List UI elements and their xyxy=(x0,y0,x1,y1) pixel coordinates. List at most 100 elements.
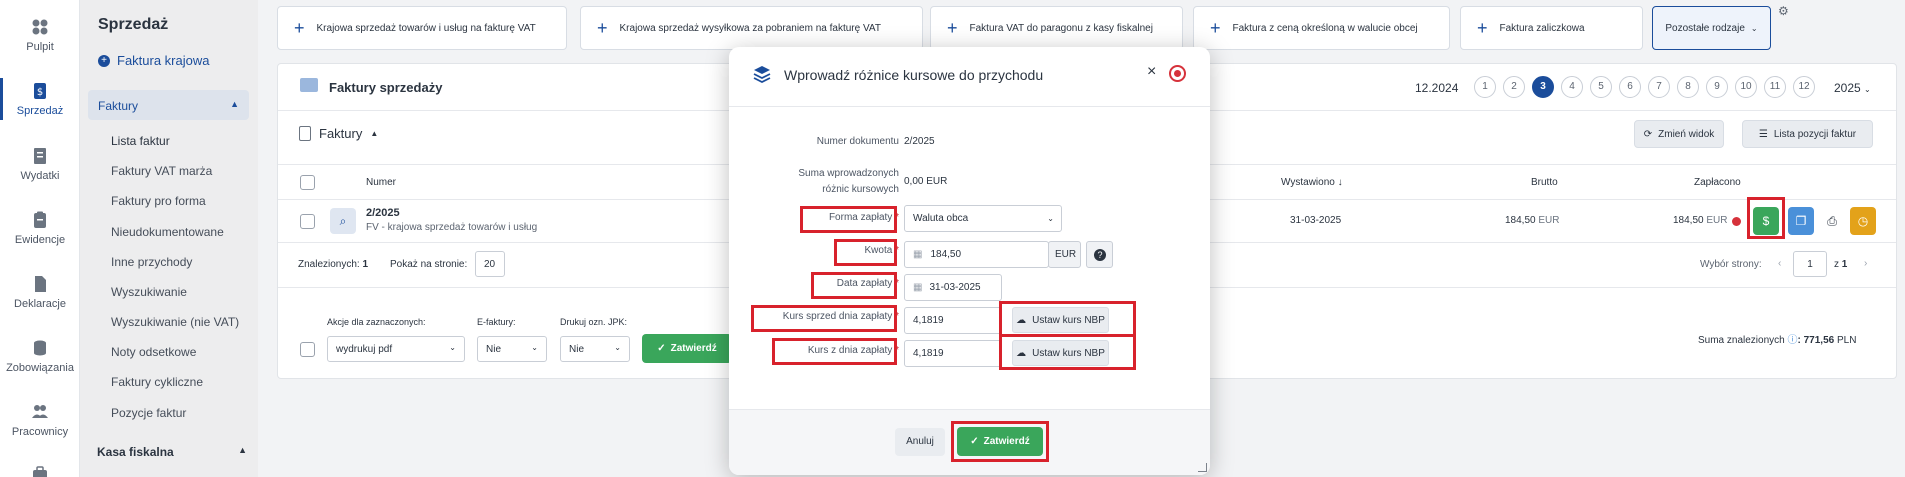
list-icon: ☰ xyxy=(1758,128,1768,140)
rail-label: Wydatki xyxy=(20,170,60,182)
amount-value: 184,50 xyxy=(930,249,962,260)
sidebar-item-margin-invoices[interactable]: Faktury VAT marża xyxy=(111,164,212,178)
copy-button[interactable]: ❐ xyxy=(1788,207,1814,235)
button-label: Zatwierdź xyxy=(670,343,717,354)
row-checkbox[interactable] xyxy=(300,214,315,229)
prev-page-icon[interactable]: ‹ xyxy=(1778,258,1781,269)
new-advance-invoice-button[interactable]: + Faktura zaliczkowa xyxy=(1460,6,1643,50)
new-receipt-invoice-button[interactable]: + Faktura VAT do paragonu z kasy fiskalne… xyxy=(930,6,1183,50)
print-button[interactable]: ⎙ xyxy=(1819,207,1845,235)
month-12[interactable]: 12 xyxy=(1793,76,1815,98)
rail-item-dashboard[interactable]: Pulpit xyxy=(0,18,80,53)
sidebar-item-undocumented[interactable]: Nieudokumentowane xyxy=(111,225,224,239)
actions-select[interactable]: wydrukuj pdf ⌄ xyxy=(327,336,465,362)
month-11[interactable]: 11 xyxy=(1764,76,1786,98)
month-7[interactable]: 7 xyxy=(1648,76,1670,98)
sidebar-item-invoice-positions[interactable]: Pozycje faktur xyxy=(111,406,186,420)
sidebar-item-search-non-vat[interactable]: Wyszukiwanie (nie VAT) xyxy=(111,315,239,329)
check-icon: ✓ xyxy=(657,343,666,354)
rail-item-employees[interactable]: Pracownicy xyxy=(0,403,80,438)
month-4[interactable]: 4 xyxy=(1561,76,1583,98)
page-select-label: Wybór strony: xyxy=(1700,259,1762,270)
payment-form-highlight xyxy=(800,206,897,233)
rail-item-declarations[interactable]: Deklaracje xyxy=(0,275,80,310)
doc-number-value: 2/2025 xyxy=(904,136,935,147)
svg-text:$: $ xyxy=(37,87,43,98)
new-foreign-currency-invoice-button[interactable]: + Faktura z ceną określoną w walucie obce… xyxy=(1193,6,1450,50)
button-label: Krajowa sprzedaż towarów i usług na fakt… xyxy=(316,22,536,34)
rate-payment-input[interactable]: 4,1819 xyxy=(904,340,1002,367)
bulk-select-checkbox[interactable] xyxy=(300,342,315,357)
clipboard-icon xyxy=(34,211,46,228)
month-1[interactable]: 1 xyxy=(1474,76,1496,98)
month-3[interactable]: 3 xyxy=(1532,76,1554,98)
rail-item-more[interactable] xyxy=(0,465,80,477)
invoice-number[interactable]: 2/2025 xyxy=(366,207,400,219)
history-button[interactable]: ◷ xyxy=(1850,207,1876,235)
month-5[interactable]: 5 xyxy=(1590,76,1612,98)
help-button[interactable]: ? xyxy=(1086,241,1113,268)
copy-icon: ❐ xyxy=(1795,214,1807,228)
modal-header: Wprowadź różnice kursowe do przychodu × xyxy=(729,47,1210,107)
select-all-checkbox[interactable] xyxy=(300,175,315,190)
preview-button[interactable]: ⌕ xyxy=(330,208,356,234)
column-gross[interactable]: Brutto xyxy=(1531,177,1558,188)
gear-icon[interactable]: ⚙ xyxy=(1778,4,1789,18)
month-8[interactable]: 8 xyxy=(1677,76,1699,98)
sidebar-group-cash-register[interactable]: Kasa fiskalna ▲ xyxy=(97,445,249,459)
column-number[interactable]: Numer xyxy=(366,177,396,188)
column-issued[interactable]: Wystawiono ↓ xyxy=(1281,177,1343,188)
receipt-icon xyxy=(34,148,46,164)
bulk-confirm-button[interactable]: ✓ Zatwierdź xyxy=(642,334,732,363)
next-page-icon[interactable]: › xyxy=(1864,258,1867,269)
period-label[interactable]: 12.2024 xyxy=(1415,81,1458,95)
invoice-positions-list-button[interactable]: ☰ Lista pozycji faktur xyxy=(1742,120,1873,148)
payment-button-highlight xyxy=(1747,197,1785,239)
per-page-input[interactable]: 20 xyxy=(475,251,505,277)
cancel-button[interactable]: Anuluj xyxy=(895,428,945,456)
new-vat-invoice-button[interactable]: + Krajowa sprzedaż towarów i usług na fak… xyxy=(277,6,567,50)
month-6[interactable]: 6 xyxy=(1619,76,1641,98)
change-view-button[interactable]: ⟳ Zmień widok xyxy=(1634,120,1724,148)
plus-icon: + xyxy=(294,18,305,38)
sidebar-item-recurring[interactable]: Faktury cykliczne xyxy=(111,375,203,389)
new-cod-invoice-button[interactable]: + Krajowa sprzedaż wysyłkowa za pobraniem… xyxy=(580,6,923,50)
close-icon[interactable]: × xyxy=(1147,63,1156,81)
rate-before-input[interactable]: 4,1819 xyxy=(904,307,1002,334)
sum-differences-value: 0,00 EUR xyxy=(904,176,948,187)
rail-item-sales[interactable]: $ Sprzedaż xyxy=(0,78,80,120)
payment-date-input[interactable]: ▦ 31-03-2025 xyxy=(904,274,1002,301)
sidebar-group-invoices[interactable]: Faktury ▲ xyxy=(88,90,249,120)
resize-handle[interactable] xyxy=(1198,463,1207,472)
sidebar-item-invoice-list[interactable]: Lista faktur xyxy=(111,134,170,148)
chevron-up-icon: ▲ xyxy=(238,445,247,455)
invoices-subheader[interactable]: Faktury ▲ xyxy=(299,126,378,141)
einvoice-select[interactable]: Nie ⌄ xyxy=(477,336,547,362)
rail-item-records[interactable]: Ewidencje xyxy=(0,211,80,246)
payment-form-select[interactable]: Waluta obca ⌄ xyxy=(904,205,1062,232)
jpk-select[interactable]: Nie ⌄ xyxy=(560,336,630,362)
month-10[interactable]: 10 xyxy=(1735,76,1757,98)
lifebuoy-icon[interactable] xyxy=(1169,65,1186,82)
nbp-button-1-highlight xyxy=(999,301,1136,337)
sidebar-item-other-income[interactable]: Inne przychody xyxy=(111,255,192,269)
other-types-dropdown[interactable]: Pozostałe rodzaje ⌄ xyxy=(1652,6,1771,50)
month-9[interactable]: 9 xyxy=(1706,76,1728,98)
rail-item-expenses[interactable]: Wydatki xyxy=(0,147,80,182)
print-icon: ⎙ xyxy=(1827,214,1837,228)
column-paid[interactable]: Zapłacono xyxy=(1694,177,1741,188)
modal-footer: Anuluj ✓ Zatwierdź xyxy=(729,409,1210,475)
sidebar-item-proforma[interactable]: Faktury pro forma xyxy=(111,194,206,208)
einvoice-label: E-faktury: xyxy=(477,317,516,327)
rail-label: Pracownicy xyxy=(11,426,69,438)
new-domestic-invoice-link[interactable]: + Faktura krajowa xyxy=(98,53,209,68)
sidebar-item-interest-notes[interactable]: Noty odsetkowe xyxy=(111,345,196,359)
chevron-down-icon: ⌄ xyxy=(531,343,538,352)
rail-item-liabilities[interactable]: Zobowiązania xyxy=(0,339,80,374)
info-icon: ⓘ xyxy=(1787,335,1798,346)
page-input[interactable]: 1 xyxy=(1793,251,1827,277)
year-select[interactable]: 2025 ⌄ xyxy=(1834,81,1871,95)
month-2[interactable]: 2 xyxy=(1503,76,1525,98)
amount-input[interactable]: ▦ 184,50 xyxy=(904,241,1049,268)
sidebar-item-search[interactable]: Wyszukiwanie xyxy=(111,285,187,299)
